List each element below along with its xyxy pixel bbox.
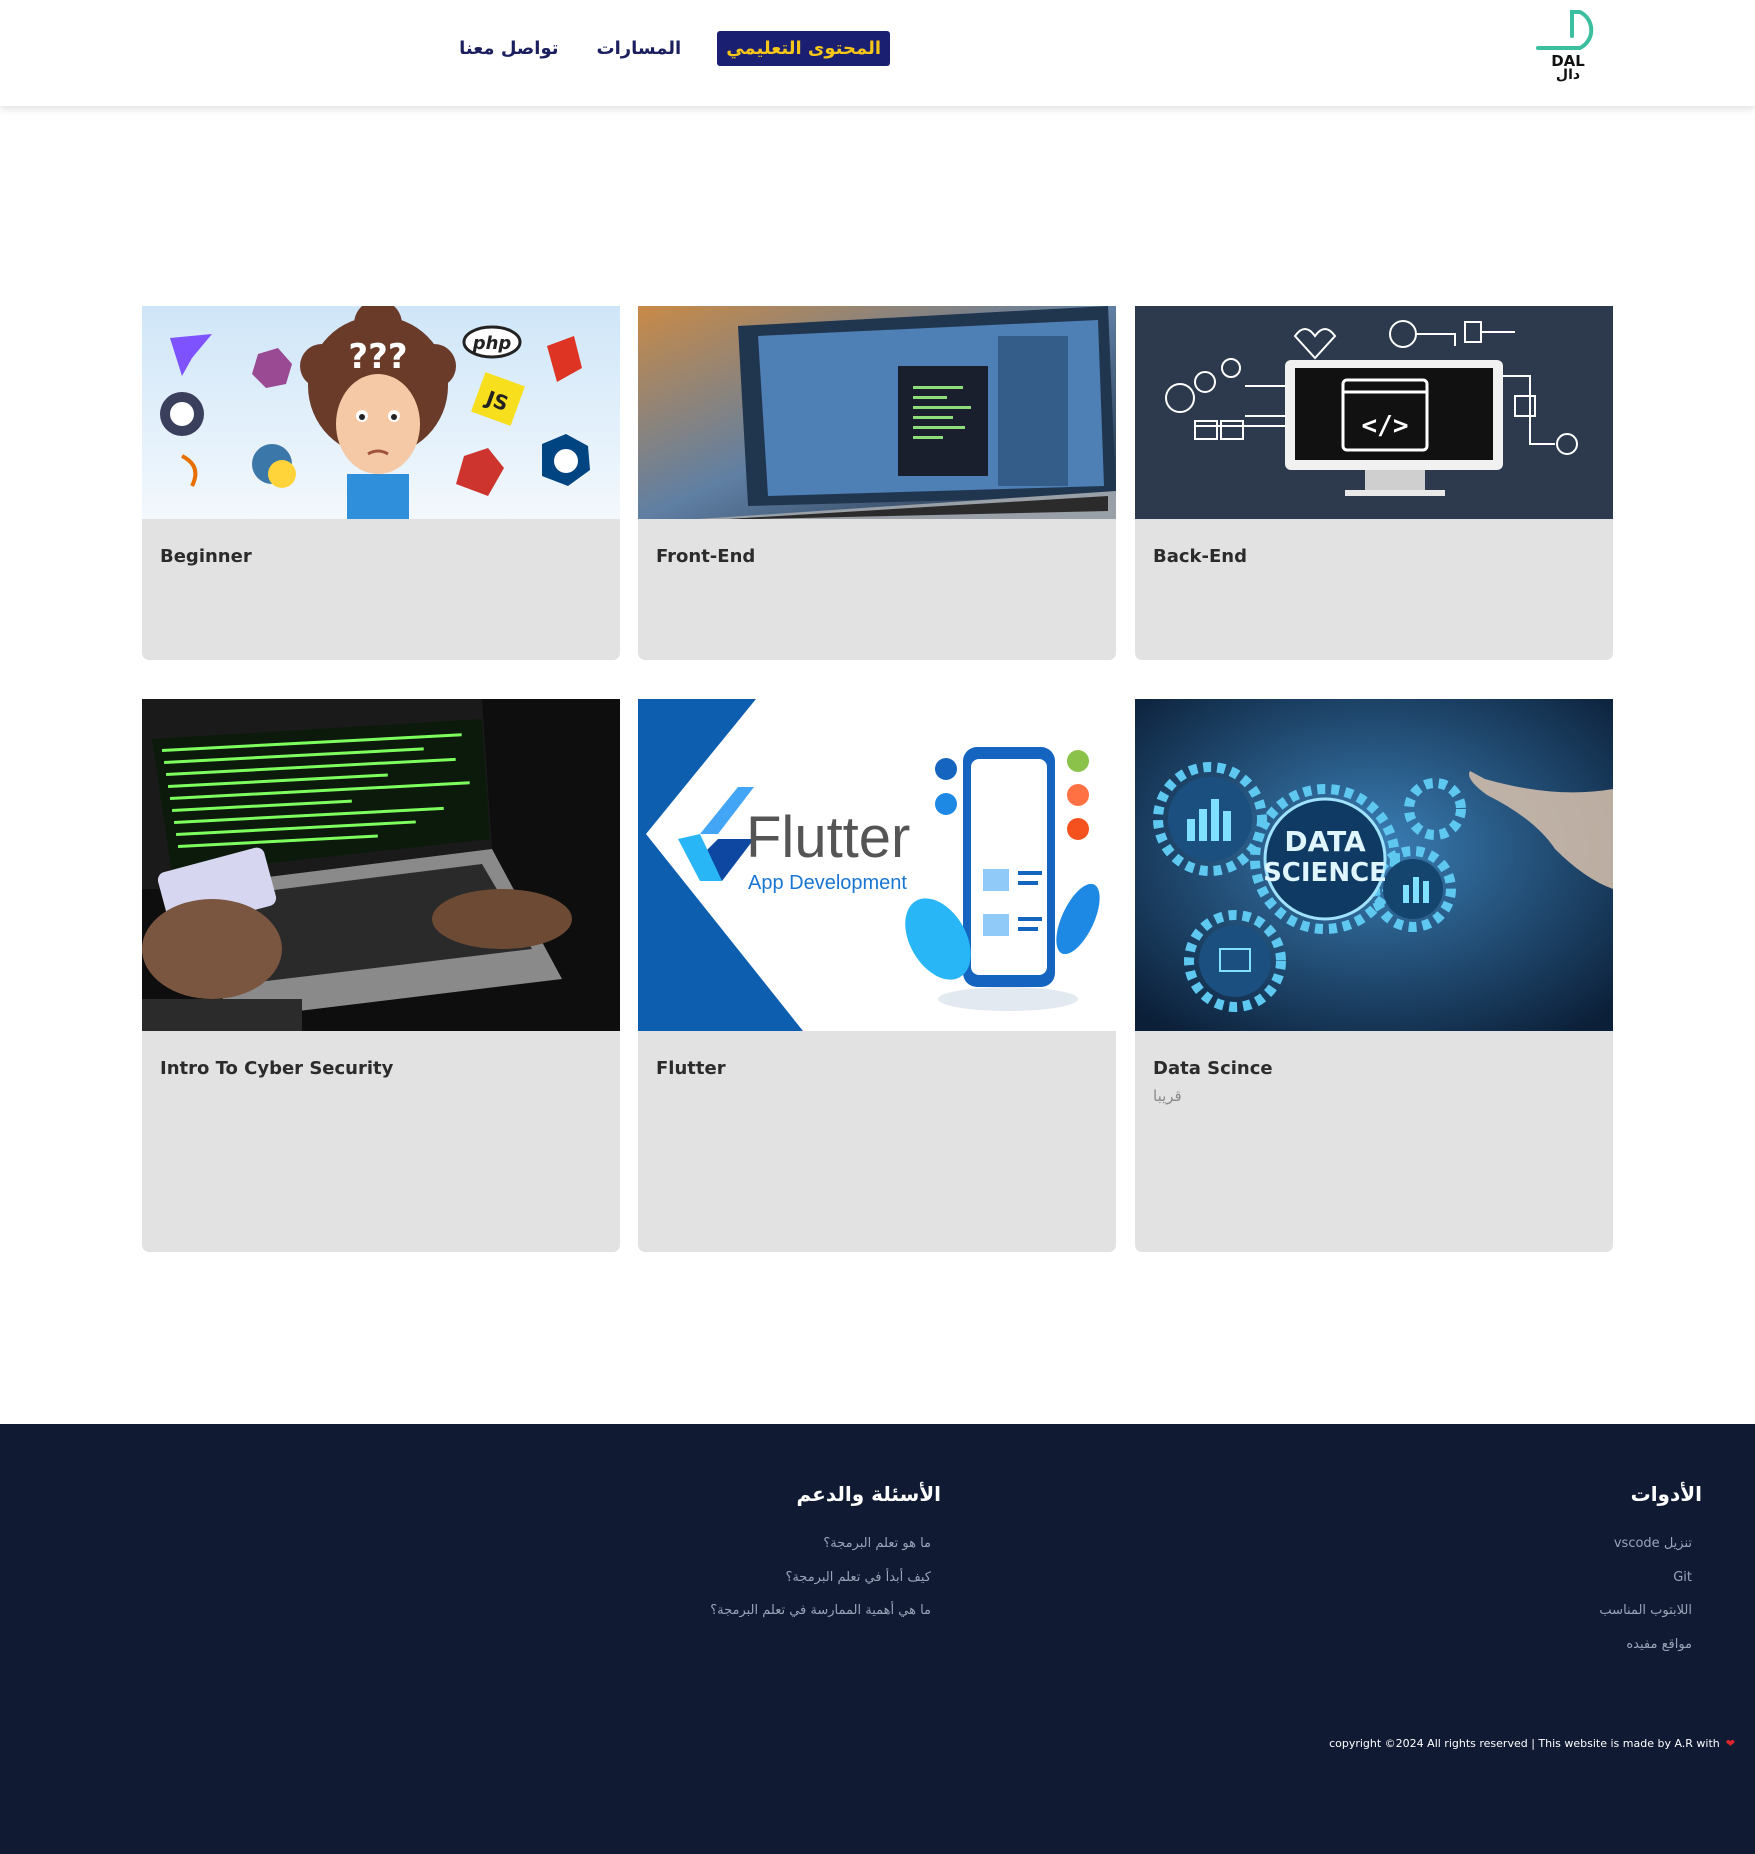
card-title: Beginner	[160, 546, 252, 567]
footer-link-vscode[interactable]: تنزيل vscode	[1442, 1536, 1702, 1570]
svg-text:</>: </>	[1362, 411, 1409, 441]
nav-item-learning-content[interactable]: المحتوى التعليمي	[717, 30, 890, 66]
data-science-gears-photo: DATA SCIENCE	[1135, 699, 1613, 1031]
course-card-beginner[interactable]: ??? php JS Beginner	[142, 306, 620, 660]
site-logo[interactable]: DAL دال	[1528, 8, 1608, 94]
svg-text:php: php	[472, 333, 512, 354]
copyright-notice: copyright ©2024 All rights reserved | Th…	[1329, 1737, 1735, 1750]
course-card-front-end[interactable]: Front-End	[638, 306, 1116, 660]
footer-tools-title: الأدوات	[1630, 1482, 1702, 1506]
flutter-tag-text: App Development	[748, 872, 907, 894]
footer-link-practice-importance[interactable]: ما هي أهمية الممارسة في تعلم البرمجة؟	[581, 1603, 941, 1637]
site-header: DAL دال المحتوى التعليمي المسارات تواصل …	[0, 0, 1755, 106]
footer-link-useful-sites[interactable]: مواقع مفيده	[1442, 1637, 1702, 1671]
course-card-flutter[interactable]: Flutter App Development Flutter	[638, 699, 1116, 1252]
hacker-laptop-photo	[142, 699, 620, 1031]
programming-languages-illustration: ??? php JS	[142, 306, 620, 519]
monitor-code-diagram: </>	[1135, 306, 1613, 519]
course-card-back-end[interactable]: </> Back-End	[1135, 306, 1613, 660]
flutter-brand-text: Flutter	[746, 805, 910, 870]
nav-item-tracks[interactable]: المسارات	[587, 30, 692, 67]
heart-icon: ❤	[1725, 1737, 1735, 1750]
main-nav: المحتوى التعليمي المسارات تواصل معنا	[431, 28, 890, 68]
footer-tools-column: الأدوات تنزيل vscode Git اللابتوب المناس…	[1442, 1482, 1702, 1670]
card-status-soon: قريبا	[1153, 1087, 1182, 1105]
data-science-line2-text: SCIENCE	[1263, 858, 1387, 888]
footer-link-what-is-programming[interactable]: ما هو تعلم البرمجة؟	[581, 1536, 941, 1570]
course-card-cyber-security[interactable]: Intro To Cyber Security	[142, 699, 620, 1252]
svg-text:???: ???	[348, 337, 407, 377]
logo-text-en: DAL	[1551, 52, 1585, 70]
dal-logo-icon	[1536, 10, 1594, 50]
nav-item-contact[interactable]: تواصل معنا	[449, 30, 568, 67]
footer-faq-title: الأسئلة والدعم	[796, 1482, 941, 1506]
course-card-data-science[interactable]: DATA SCIENCE Data Scince قريبا	[1135, 699, 1613, 1252]
logo-text-ar: دال	[1555, 67, 1581, 83]
laptop-code-photo	[638, 306, 1116, 519]
card-title: Front-End	[656, 546, 756, 567]
footer-link-how-to-start[interactable]: كيف أبدأ في تعلم البرمجة؟	[581, 1570, 941, 1604]
card-title: Back-End	[1153, 546, 1247, 567]
flutter-app-development-banner: Flutter App Development	[638, 699, 1116, 1031]
card-title: Intro To Cyber Security	[160, 1058, 394, 1079]
site-footer: الأدوات تنزيل vscode Git اللابتوب المناس…	[0, 1424, 1755, 1854]
card-title: Flutter	[656, 1058, 726, 1079]
footer-link-laptop[interactable]: اللابتوب المناسب	[1442, 1603, 1702, 1637]
footer-link-git[interactable]: Git	[1442, 1570, 1702, 1604]
card-title: Data Scince	[1153, 1058, 1273, 1079]
copyright-text: copyright ©2024 All rights reserved | Th…	[1329, 1737, 1720, 1750]
footer-faq-column: الأسئلة والدعم ما هو تعلم البرمجة؟ كيف أ…	[581, 1482, 941, 1637]
data-science-line1-text: DATA	[1284, 825, 1366, 858]
